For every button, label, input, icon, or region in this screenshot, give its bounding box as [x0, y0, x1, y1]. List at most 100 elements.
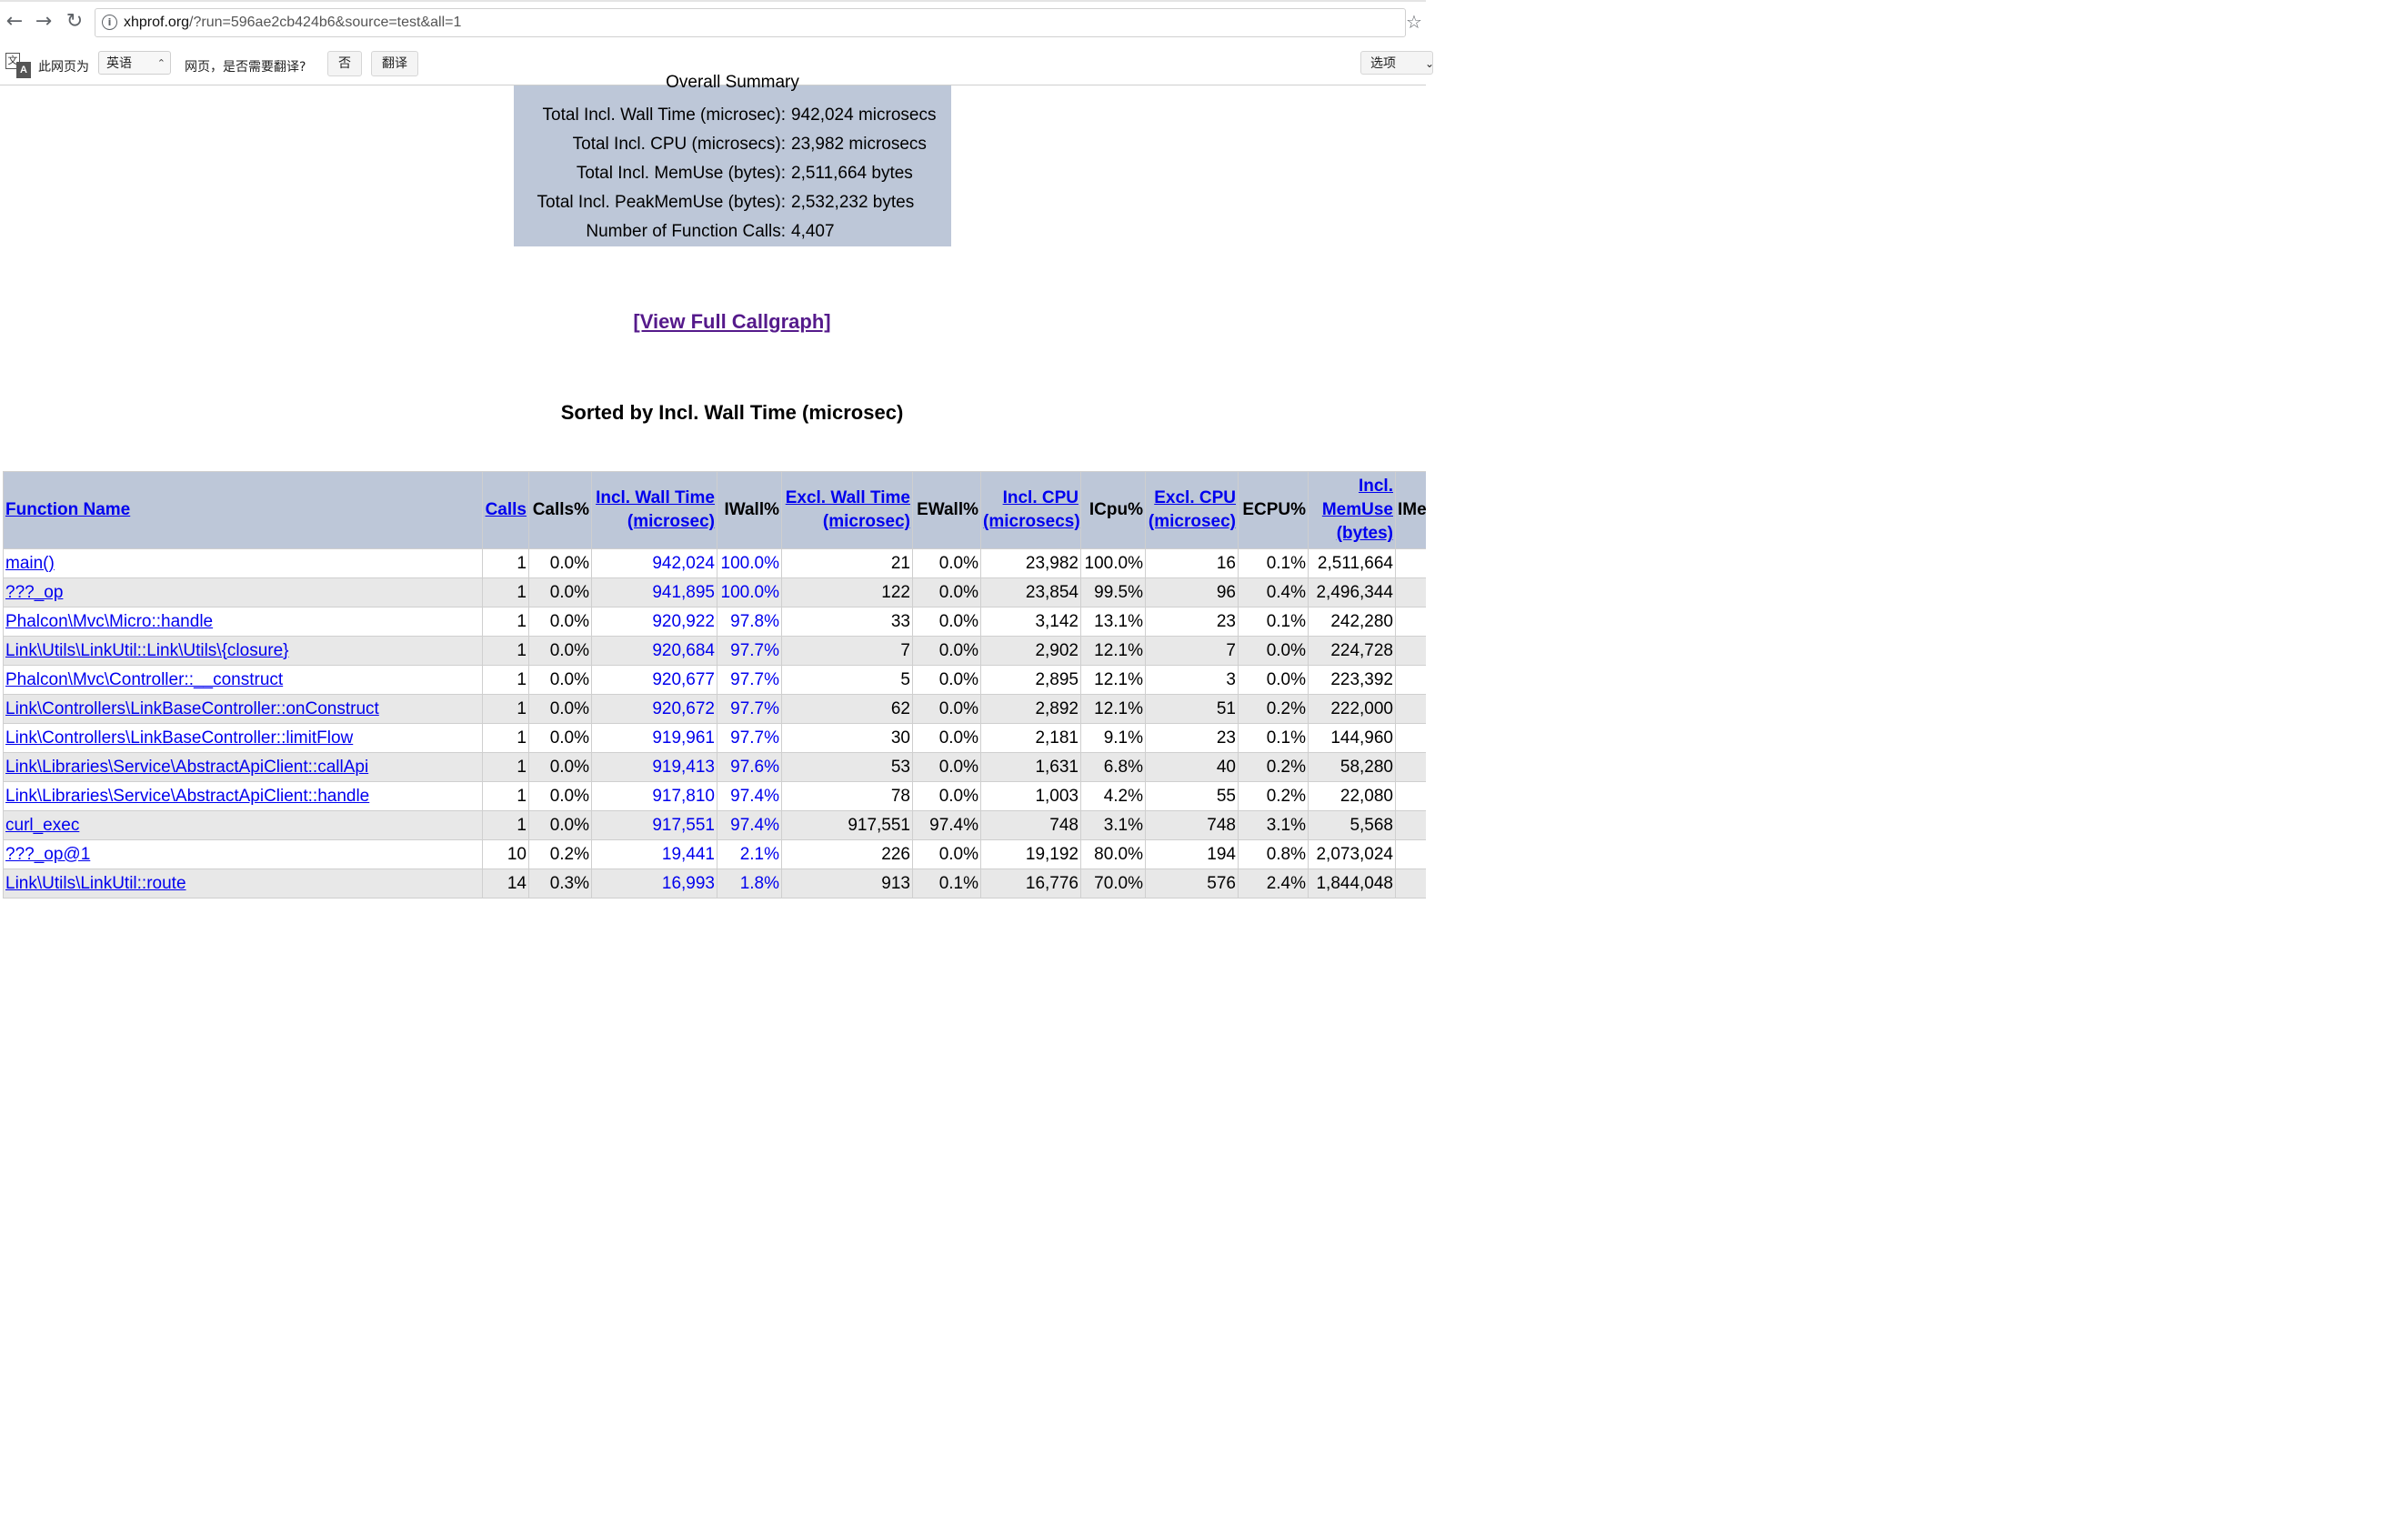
cell-icpu-pct: 9.1% — [1080, 723, 1146, 753]
cell-ewall-pct: 0.0% — [912, 694, 981, 724]
col-excl-cpu[interactable]: Excl. CPU (microsec) — [1145, 471, 1239, 549]
cell-calls: 1 — [482, 607, 529, 637]
url-text[interactable]: xhprof.org/?run=596ae2cb424b6&source=tes… — [124, 15, 461, 31]
cell-iwall-pct: 100.0% — [717, 577, 782, 607]
col-function-name[interactable]: Function Name — [3, 471, 483, 549]
sort-calls-link[interactable]: Calls — [486, 500, 527, 519]
cell-iwall-pct: 97.4% — [717, 781, 782, 811]
summary-value: 4,407 — [791, 222, 835, 241]
chevron-down-icon: ⌄ — [1424, 57, 1434, 70]
summary-label: Number of Function Calls: — [586, 222, 786, 241]
col-ecpu-pct: ECPU% — [1238, 471, 1309, 549]
info-icon[interactable]: i — [102, 15, 117, 30]
col-excl-wall[interactable]: Excl. Wall Time (microsec) — [781, 471, 913, 549]
function-link[interactable]: Phalcon\Mvc\Controller::__construct — [5, 670, 283, 689]
bookmark-star-icon[interactable]: ☆ — [1406, 11, 1422, 33]
cell-incl-cpu: 2,895 — [980, 665, 1081, 695]
col-calls[interactable]: Calls — [482, 471, 529, 549]
cell-incl-cpu: 748 — [980, 810, 1081, 840]
cell-function-name: Link\Libraries\Service\AbstractApiClient… — [3, 752, 483, 782]
cell-excl-wall: 226 — [781, 839, 913, 869]
function-link[interactable]: Link\Utils\LinkUtil::Link\Utils\{closure… — [5, 641, 289, 660]
cell-excl-cpu: 16 — [1145, 548, 1239, 578]
tab-strip-edge — [0, 0, 1426, 2]
cell-ecpu-pct: 0.1% — [1238, 548, 1309, 578]
cell-ecpu-pct: 3.1% — [1238, 810, 1309, 840]
address-bar[interactable]: i xhprof.org/?run=596ae2cb424b6&source=t… — [95, 8, 1406, 37]
cell-incl-wall: 942,024 — [591, 548, 717, 578]
cell-incl-wall: 919,413 — [591, 752, 717, 782]
function-link[interactable]: Link\Libraries\Service\AbstractApiClient… — [5, 758, 368, 777]
cell-calls: 1 — [482, 694, 529, 724]
summary-row: Total Incl. Wall Time (microsec): 942,02… — [514, 105, 951, 135]
cell-calls: 1 — [482, 810, 529, 840]
cell-excl-cpu: 7 — [1145, 636, 1239, 666]
language-select[interactable]: 英语 ⌃ — [98, 51, 171, 75]
col-incl-memuse[interactable]: Incl. MemUse (bytes) — [1308, 471, 1396, 549]
cell-calls: 1 — [482, 665, 529, 695]
cell-imem-pct — [1395, 839, 1426, 869]
col-incl-wall[interactable]: Incl. Wall Time (microsec) — [591, 471, 717, 549]
cell-imem-pct — [1395, 607, 1426, 637]
sort-excl-wall-link[interactable]: Excl. Wall Time (microsec) — [786, 488, 910, 531]
col-imem-pct: IMemUse% — [1395, 471, 1426, 549]
translate-button[interactable]: 翻译 — [371, 51, 418, 76]
summary-row: Number of Function Calls: 4,407 — [514, 222, 951, 251]
reload-icon[interactable]: ↻ — [64, 11, 85, 33]
cell-iwall-pct: 97.7% — [717, 694, 782, 724]
cell-function-name: ???_op — [3, 577, 483, 607]
sort-incl-memuse-link[interactable]: Incl. MemUse (bytes) — [1322, 477, 1393, 543]
col-incl-cpu[interactable]: Incl. CPU (microsecs) — [980, 471, 1081, 549]
cell-incl-cpu: 16,776 — [980, 868, 1081, 899]
no-translate-button[interactable]: 否 — [327, 51, 362, 76]
function-link[interactable]: Link\Controllers\LinkBaseController::lim… — [5, 728, 353, 748]
cell-incl-memuse: 242,280 — [1308, 607, 1396, 637]
sort-function-name-link[interactable]: Function Name — [5, 500, 130, 519]
forward-arrow-icon[interactable]: → — [33, 11, 55, 33]
cell-excl-cpu: 40 — [1145, 752, 1239, 782]
function-link[interactable]: ???_op — [5, 583, 63, 602]
cell-excl-cpu: 23 — [1145, 723, 1239, 753]
cell-incl-memuse: 58,280 — [1308, 752, 1396, 782]
summary-label: Total Incl. Wall Time (microsec): — [542, 105, 786, 125]
cell-function-name: Link\Controllers\LinkBaseController::onC… — [3, 694, 483, 724]
col-ewall-pct: EWall% — [912, 471, 981, 549]
sort-excl-cpu-link[interactable]: Excl. CPU (microsec) — [1149, 488, 1236, 531]
view-full-callgraph-link[interactable]: [View Full Callgraph] — [0, 310, 1464, 334]
url-host: xhprof.org — [124, 15, 190, 30]
summary-label: Total Incl. CPU (microsecs): — [572, 135, 786, 154]
cell-function-name: Link\Controllers\LinkBaseController::lim… — [3, 723, 483, 753]
cell-imem-pct — [1395, 868, 1426, 899]
table-row: Link\Utils\LinkUtil::Link\Utils\{closure… — [3, 636, 1426, 666]
cell-incl-cpu: 1,631 — [980, 752, 1081, 782]
cell-excl-wall: 53 — [781, 752, 913, 782]
function-link[interactable]: ???_op@1 — [5, 845, 90, 864]
function-link[interactable]: Link\Utils\LinkUtil::route — [5, 874, 186, 893]
cell-incl-memuse: 1,844,048 — [1308, 868, 1396, 899]
back-arrow-icon[interactable]: ← — [4, 11, 25, 33]
sort-incl-wall-link[interactable]: Incl. Wall Time (microsec) — [596, 488, 715, 531]
cell-excl-wall: 62 — [781, 694, 913, 724]
cell-ewall-pct: 0.0% — [912, 577, 981, 607]
updown-chevron-icon: ⌃ — [156, 57, 166, 69]
function-link[interactable]: Link\Controllers\LinkBaseController::onC… — [5, 699, 379, 718]
cell-excl-wall: 7 — [781, 636, 913, 666]
function-link[interactable]: main() — [5, 554, 55, 573]
cell-ecpu-pct: 0.1% — [1238, 723, 1309, 753]
translate-options-button[interactable]: 选项 ⌄ — [1360, 51, 1434, 75]
function-link[interactable]: Link\Libraries\Service\AbstractApiClient… — [5, 787, 369, 806]
cell-calls-pct: 0.0% — [528, 665, 592, 695]
cell-incl-memuse: 5,568 — [1308, 810, 1396, 840]
function-link[interactable]: Phalcon\Mvc\Micro::handle — [5, 612, 213, 631]
cell-incl-wall: 919,961 — [591, 723, 717, 753]
cell-calls-pct: 0.0% — [528, 548, 592, 578]
function-link[interactable]: curl_exec — [5, 816, 79, 835]
cell-ecpu-pct: 0.2% — [1238, 781, 1309, 811]
sort-incl-cpu-link[interactable]: Incl. CPU (microsecs) — [983, 488, 1080, 531]
sorted-heading: Sorted by Incl. Wall Time (microsec) — [560, 401, 904, 424]
cell-incl-memuse: 22,080 — [1308, 781, 1396, 811]
cell-calls-pct: 0.3% — [528, 868, 592, 899]
cell-excl-wall: 913 — [781, 868, 913, 899]
cell-excl-wall: 33 — [781, 607, 913, 637]
table-row: Link\Utils\LinkUtil::route 14 0.3% 16,993 1.… — [3, 868, 1426, 899]
